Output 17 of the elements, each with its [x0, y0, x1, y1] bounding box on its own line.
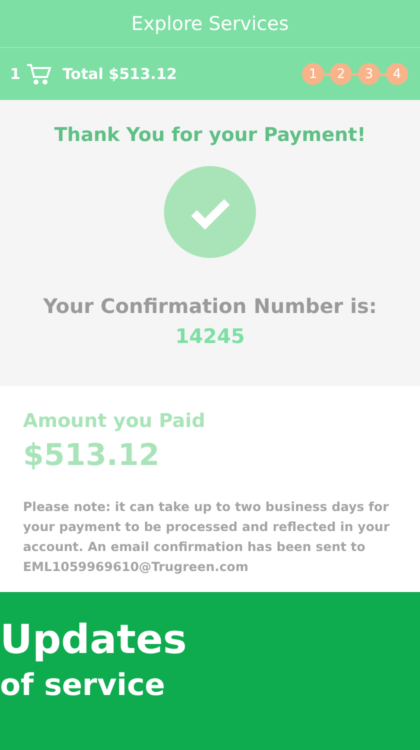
amount-value: $513.12: [23, 438, 161, 473]
banner-title: Updates: [0, 618, 188, 662]
check-icon: [164, 166, 256, 258]
banner-subtitle: of service: [0, 668, 166, 703]
step-indicator: 4: [386, 63, 408, 85]
step-indicator: 2: [330, 63, 352, 85]
confirmation-label: Your Confirmation Number is:: [43, 294, 377, 318]
step-indicator: 1: [302, 63, 324, 85]
step-indicator: 3: [358, 63, 380, 85]
header-title: Explore Services: [131, 12, 289, 34]
cart-count: 1: [10, 65, 20, 83]
cart-total: Total $513.12: [62, 65, 177, 83]
cart-icon[interactable]: [26, 63, 52, 85]
amount-label: Amount you Paid: [23, 410, 206, 432]
thank-you-heading: Thank You for your Payment!: [54, 124, 366, 146]
payment-note: Please note: it can take up to two business days for your payment to be processed and reflected in your account. An email confirmation has been sent to EML1059969610@Trugreen.com: [23, 498, 390, 576]
confirmation-number: 14245: [175, 324, 245, 348]
